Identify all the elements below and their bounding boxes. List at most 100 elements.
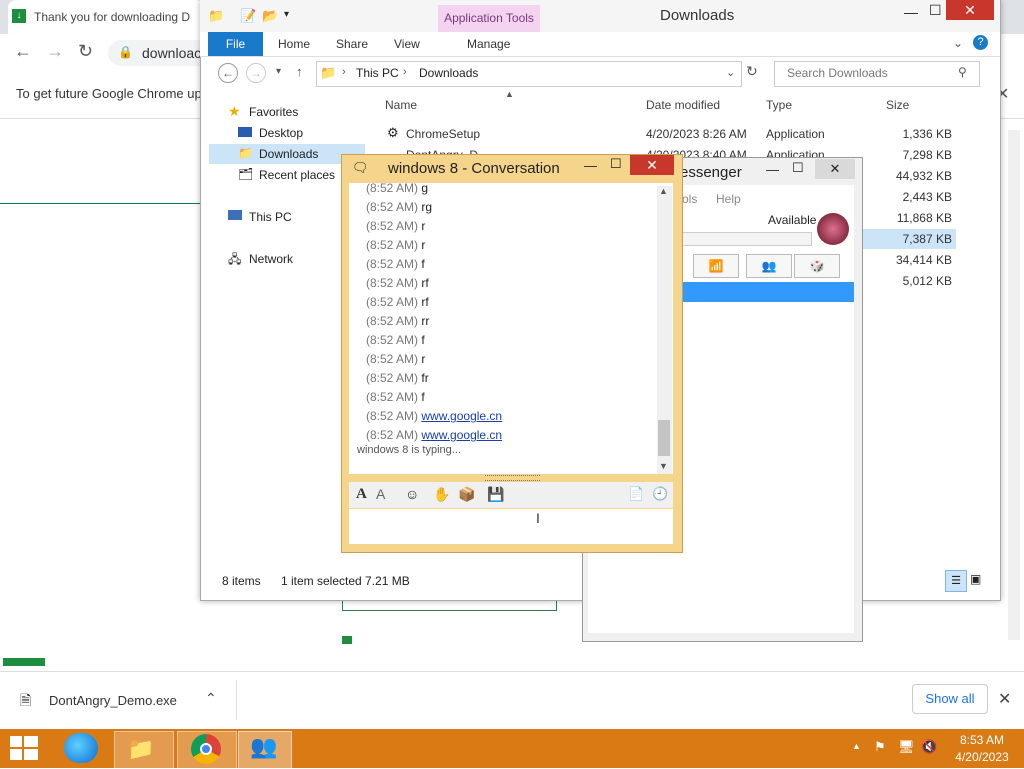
setup-icon: ⚙ [387, 125, 399, 140]
show-all-button[interactable]: Show all [912, 684, 988, 714]
scrollbar-thumb[interactable] [658, 420, 670, 456]
file-explorer-icon: 📁 [127, 736, 155, 761]
maximize-icon[interactable]: ☐ [929, 2, 942, 19]
back-arrow-icon[interactable]: ← [218, 63, 238, 83]
windows-start-icon[interactable] [10, 736, 38, 760]
search-placeholder[interactable]: Search Downloads [787, 66, 888, 80]
nav-recent-places[interactable]: Recent places [259, 168, 335, 182]
chevron-down-icon[interactable]: ▾ [284, 9, 289, 20]
message-input[interactable] [349, 509, 673, 544]
breadcrumb-this-pc[interactable]: This PC [356, 66, 399, 80]
send-file-icon[interactable]: 📄 [628, 486, 644, 502]
contact-group-selected[interactable] [680, 282, 854, 302]
clock-date[interactable]: 4/20/2023 [952, 750, 1012, 764]
clock-time[interactable]: 8:53 AM [952, 733, 1012, 747]
message-time: (8:52 AM) [366, 371, 419, 385]
games-icon[interactable]: 🎲 [794, 254, 840, 278]
message-time: (8:52 AM) [366, 238, 419, 252]
forward-arrow-icon[interactable]: → [246, 63, 266, 83]
lock-icon[interactable]: 🔒 [118, 45, 133, 59]
column-size[interactable]: Size [886, 98, 909, 112]
message-time: (8:52 AM) [366, 200, 419, 214]
folder-icon[interactable]: 📁 [208, 8, 224, 24]
close-icon[interactable]: ✕ [998, 689, 1011, 709]
chevron-up-icon[interactable]: ⌃ [205, 690, 217, 707]
menu-help[interactable]: Help [716, 192, 741, 206]
forward-arrow-icon[interactable]: → [46, 41, 64, 62]
chevron-right-icon: › [403, 66, 407, 78]
close-button[interactable]: ✕ [815, 159, 855, 179]
scroll-up-icon[interactable]: ▲ [659, 186, 668, 196]
volume-muted-icon[interactable]: 🔇 [921, 739, 937, 755]
action-center-icon[interactable]: ⚑ [874, 739, 886, 755]
avatar[interactable] [817, 213, 849, 245]
page-green-button[interactable] [3, 658, 45, 666]
nav-this-pc[interactable]: This PC [249, 210, 292, 224]
minimize-icon[interactable]: — [766, 162, 779, 177]
text-cursor-icon: I [536, 510, 540, 526]
network-icon: 🖧 [228, 252, 242, 266]
help-icon[interactable]: ? [973, 35, 988, 50]
save-icon[interactable]: 💾 [487, 486, 504, 503]
edge-icon[interactable] [64, 733, 98, 763]
tab-manage[interactable]: Manage [467, 37, 510, 51]
back-arrow-icon[interactable]: ← [14, 41, 32, 62]
breadcrumb-downloads[interactable]: Downloads [419, 66, 478, 80]
minimize-icon[interactable]: — [584, 158, 597, 173]
rss-icon[interactable]: 📶 [693, 254, 739, 278]
new-folder-icon[interactable]: 📂 [262, 8, 278, 24]
refresh-icon[interactable]: ↻ [746, 63, 758, 80]
reload-icon[interactable]: ↻ [78, 41, 93, 62]
add-contact-icon[interactable]: 👥 [746, 254, 792, 278]
omnibox-text[interactable]: downloac [142, 45, 201, 61]
file-name[interactable]: ChromeSetup [406, 127, 480, 141]
maximize-icon[interactable]: ☐ [610, 156, 622, 172]
message-history: (8:52 AM) g (8:52 AM) rg (8:52 AM) r (8:… [349, 183, 673, 474]
emoticon-icon[interactable]: ☺ [405, 486, 419, 502]
tab-file[interactable]: File [208, 32, 263, 56]
font-icon[interactable]: A [356, 486, 367, 503]
column-name[interactable]: Name [385, 98, 417, 112]
tab-home[interactable]: Home [278, 37, 310, 51]
message-link[interactable]: www.google.cn [421, 409, 502, 423]
address-dropdown-icon[interactable]: ⌄ [726, 66, 735, 79]
recent-dropdown-icon[interactable]: ▾ [276, 66, 281, 77]
message-link[interactable]: www.google.cn [421, 428, 502, 442]
menu-tools[interactable]: ols [682, 192, 697, 206]
close-button[interactable]: ✕ [630, 155, 674, 175]
show-hidden-icons-icon[interactable]: ▲ [852, 741, 861, 751]
wink-icon[interactable]: ✋ [433, 486, 450, 503]
status-selection: 1 item selected 7.21 MB [281, 574, 410, 588]
network-tray-icon[interactable]: 🖥 [898, 739, 915, 755]
search-icon[interactable]: ⚲ [958, 65, 967, 79]
nudge-icon[interactable]: 📦 [458, 486, 475, 503]
up-arrow-icon[interactable]: ↑ [296, 64, 303, 79]
large-icons-view-icon[interactable]: ▣ [970, 572, 981, 586]
nav-desktop[interactable]: Desktop [259, 126, 303, 140]
download-item-name[interactable]: DontAngry_Demo.exe [49, 693, 177, 708]
file-size: 11,868 KB [896, 211, 952, 225]
close-button[interactable]: ✕ [946, 0, 994, 20]
chrome-tab-title[interactable]: Thank you for downloading D [34, 10, 194, 24]
presence-status[interactable]: Available [768, 213, 816, 227]
nav-downloads[interactable]: Downloads [259, 147, 318, 161]
explorer-titlebar [200, 0, 1000, 32]
scroll-down-icon[interactable]: ▼ [659, 461, 668, 471]
maximize-icon[interactable]: ☐ [792, 160, 804, 176]
properties-icon[interactable]: 📝 [240, 8, 256, 24]
ribbon-expand-icon[interactable]: ⌄ [953, 36, 963, 50]
column-date[interactable]: Date modified [646, 98, 720, 112]
nav-network[interactable]: Network [249, 252, 293, 266]
column-type[interactable]: Type [766, 98, 792, 112]
details-view-icon[interactable]: ☰ [945, 570, 967, 592]
tab-share[interactable]: Share [336, 37, 368, 51]
history-icon[interactable]: 🕘 [652, 486, 668, 502]
minimize-icon[interactable]: — [904, 4, 918, 20]
splitter-handle[interactable] [485, 475, 540, 481]
explorer-scrollbar[interactable] [1008, 130, 1020, 640]
personal-message-input[interactable] [680, 232, 812, 246]
color-font-icon[interactable]: A [376, 486, 385, 502]
conversation-toolbar [349, 482, 673, 508]
nav-favorites[interactable]: Favorites [249, 105, 298, 119]
tab-view[interactable]: View [394, 37, 420, 51]
